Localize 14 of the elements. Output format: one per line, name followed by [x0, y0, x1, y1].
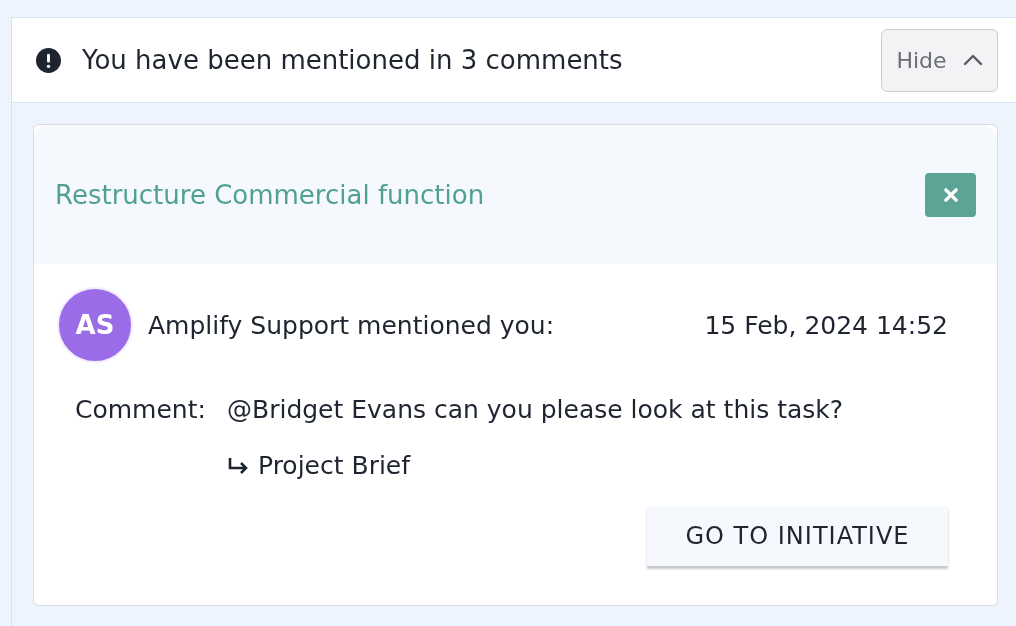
- close-icon: [942, 186, 959, 203]
- hide-button[interactable]: Hide: [881, 28, 998, 92]
- alert-icon: [36, 47, 61, 73]
- notice-message: You have been mentioned in 3 comments: [82, 45, 624, 75]
- go-to-initiative-button[interactable]: GO TO INITIATIVE: [647, 506, 948, 566]
- avatar: AS: [57, 287, 133, 363]
- comment-label: Comment:: [75, 394, 207, 426]
- return-arrow-icon: [227, 457, 249, 475]
- reference-text: Project Brief: [258, 450, 411, 482]
- timestamp: 15 Feb, 2024 14:52: [704, 310, 948, 340]
- comment-text: @Bridget Evans can you please look at this task?: [227, 394, 844, 426]
- close-button[interactable]: [925, 172, 976, 217]
- card-title: Restructure Commercial function: [55, 179, 485, 210]
- author-line: Amplify Support mentioned you:: [148, 310, 556, 340]
